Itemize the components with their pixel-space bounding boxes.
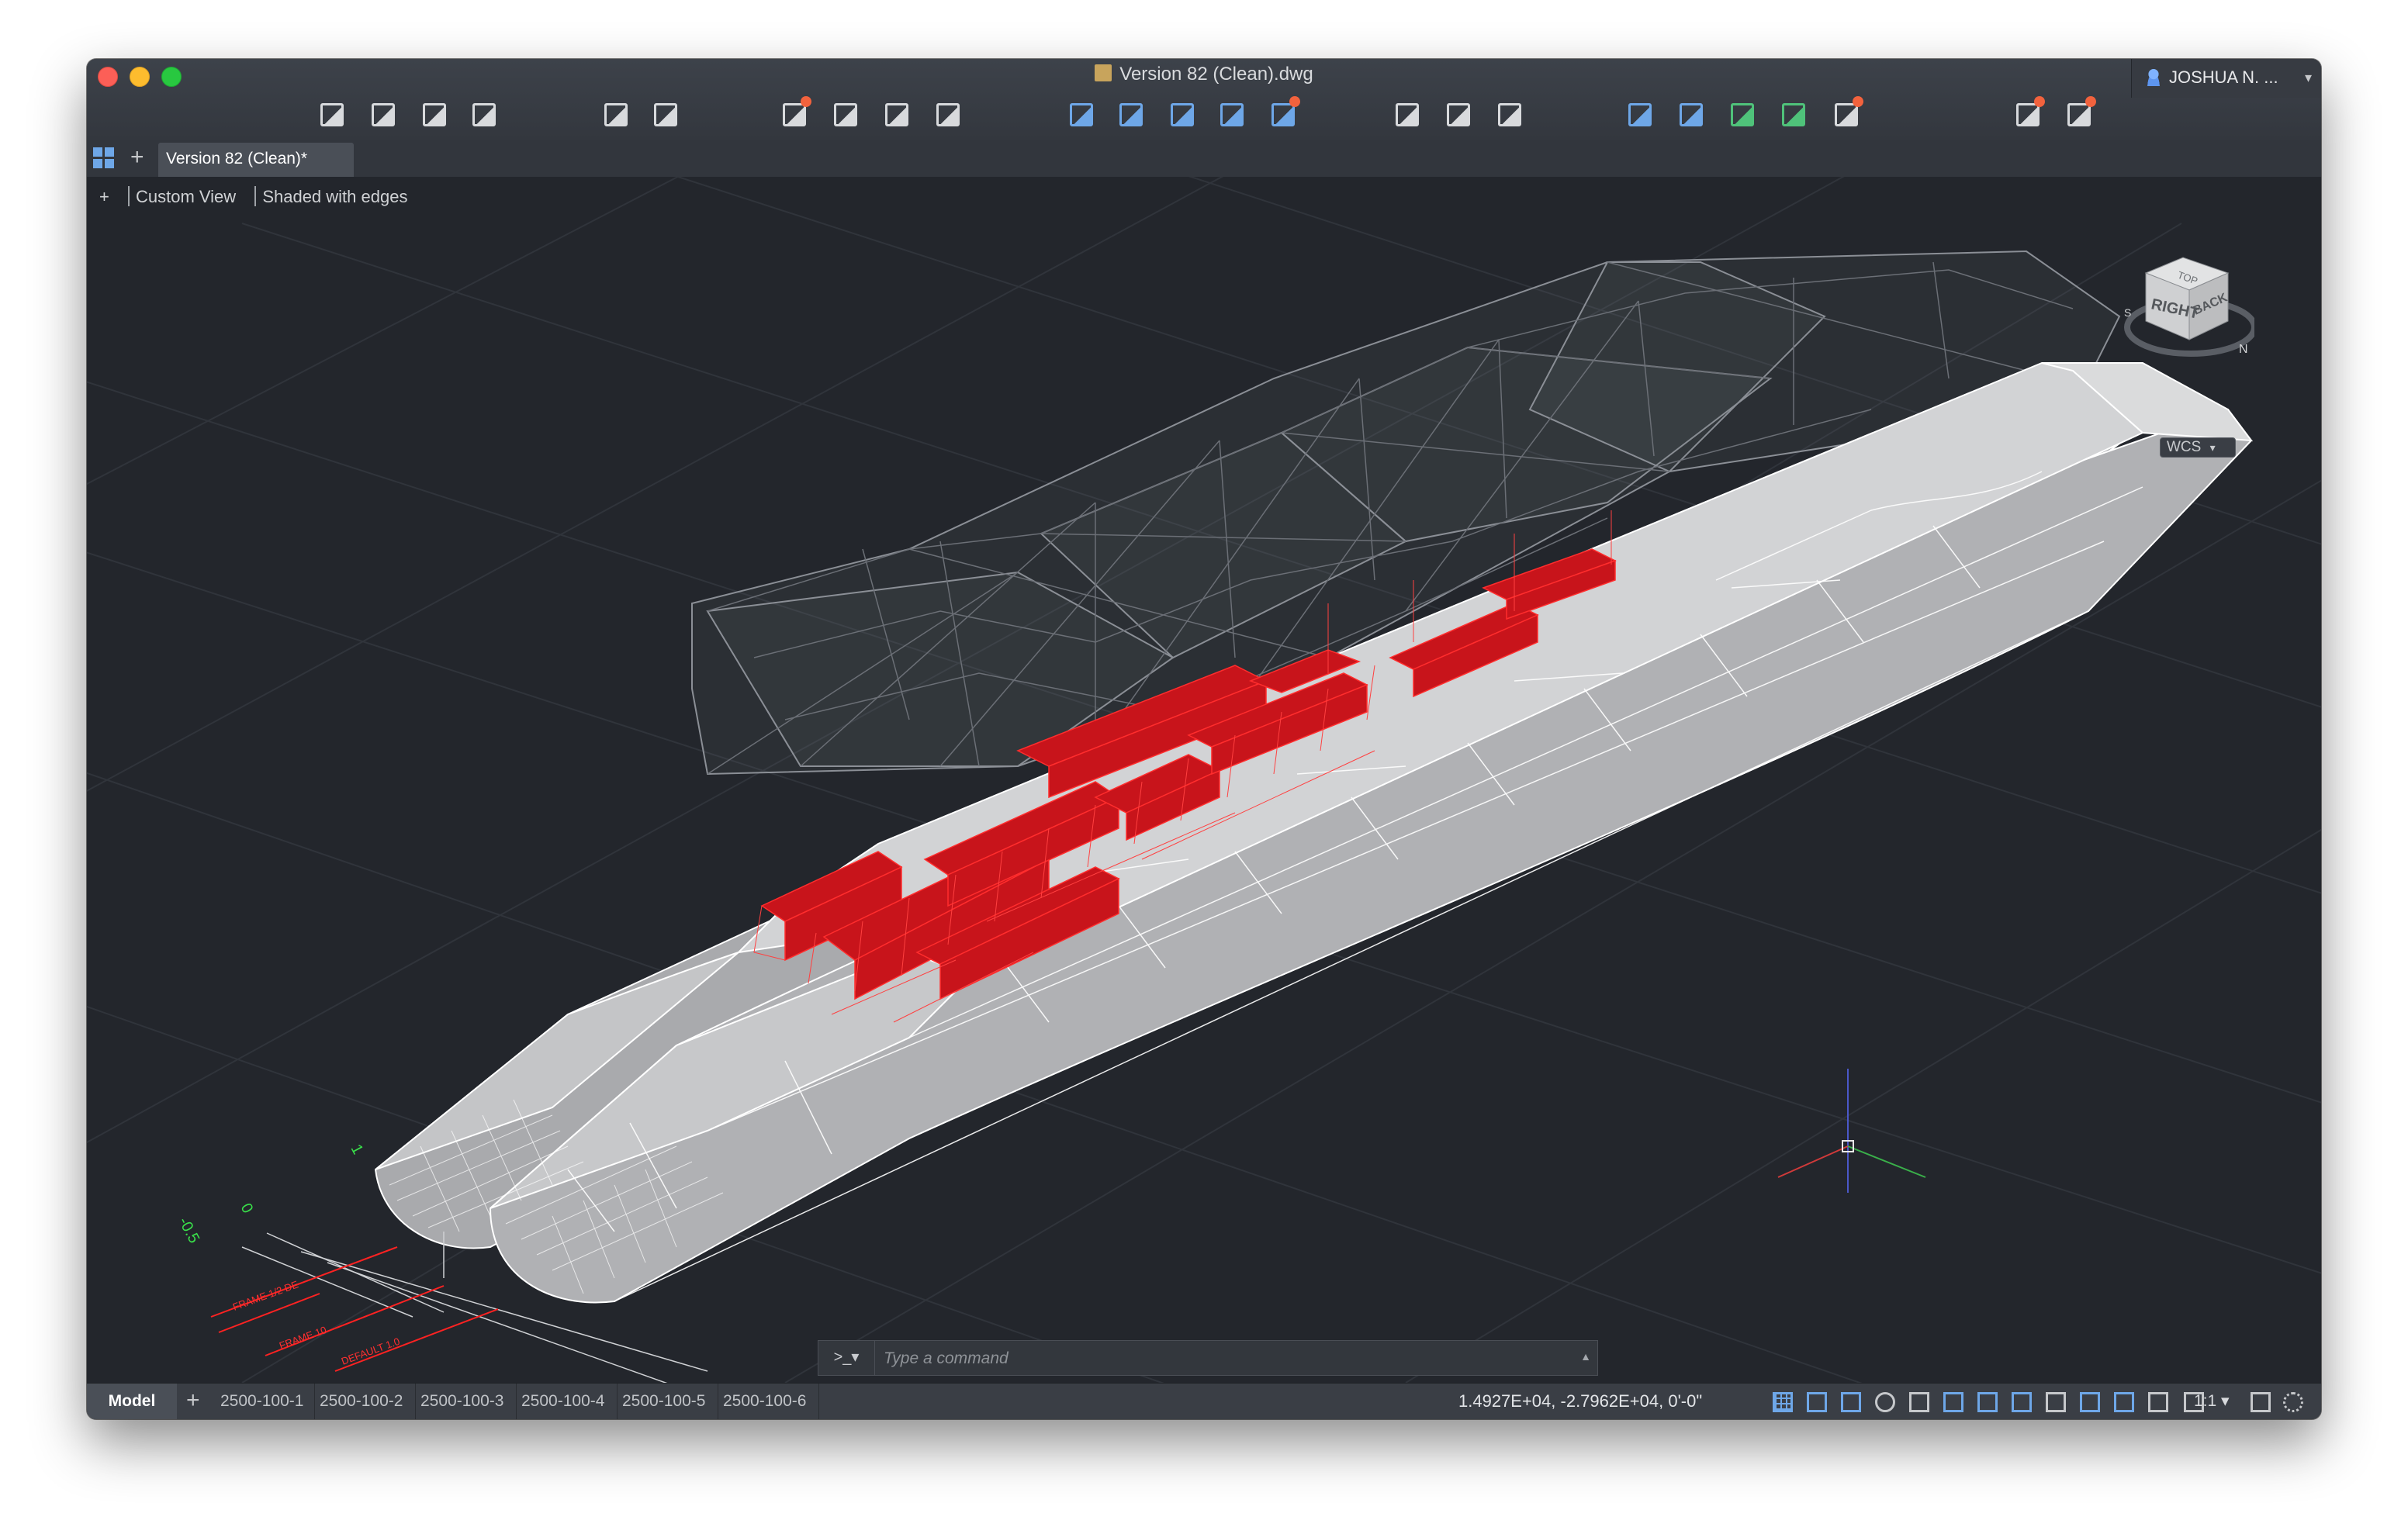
annotation-scale-selector[interactable]: 1:1 ▾ (2194, 1384, 2230, 1419)
page-setup-icon[interactable] (934, 101, 962, 129)
dimension-label: 1 (348, 1142, 367, 1157)
window-title-text: Version 82 (Clean).dwg (1119, 64, 1313, 85)
lineweight-icon[interactable] (1941, 1390, 1966, 1415)
title-bar: Version 82 (Clean).dwg JOSHUA N. ... ▾ (87, 59, 2321, 140)
layout-tab-1[interactable]: 2500-100-1 (216, 1384, 315, 1419)
dynamic-ucs-icon[interactable] (2043, 1390, 2068, 1415)
layers-icon[interactable] (1269, 96, 1300, 129)
new-tab-button[interactable]: + (130, 144, 144, 171)
layout-tab-3[interactable]: 2500-100-3 (416, 1384, 517, 1419)
purge-icon[interactable] (1832, 96, 1863, 129)
3d-osnap-icon[interactable] (2078, 1390, 2102, 1415)
layout-tab-4[interactable]: 2500-100-4 (517, 1384, 618, 1419)
xref-icon[interactable] (1168, 101, 1196, 129)
selection-cycling-icon[interactable] (2009, 1390, 2034, 1415)
chevron-down-icon: ▾ (2304, 70, 2312, 85)
visual-style[interactable]: Shaded with edges (262, 187, 407, 206)
document-tab-bar: + Version 82 (Clean)* (87, 140, 2321, 178)
expand-command-icon[interactable]: ▲ (1580, 1350, 1591, 1363)
new-file-icon[interactable] (318, 101, 346, 129)
group-icon[interactable] (1780, 101, 1808, 129)
attach-icon[interactable] (1218, 101, 1246, 129)
user-account-button[interactable]: JOSHUA N. ... ▾ (2131, 59, 2321, 98)
publish-icon[interactable] (1067, 101, 1095, 129)
red-label: FRAME 10 (278, 1324, 328, 1352)
chevron-down-icon: ▾ (2209, 441, 2216, 454)
viewport-controls[interactable]: + Custom View Shaded with edges (99, 186, 413, 207)
visual-style-icon[interactable] (2065, 96, 2096, 129)
app-window: Version 82 (Clean).dwg JOSHUA N. ... ▾ + … (87, 59, 2321, 1419)
dwg-file-icon (1095, 64, 1112, 81)
view-name[interactable]: Custom View (136, 187, 236, 206)
grid-icon[interactable] (1770, 1390, 1795, 1415)
undo-icon[interactable] (602, 101, 630, 129)
pan-hand-icon[interactable] (1444, 101, 1472, 129)
polar-icon[interactable] (1873, 1390, 1898, 1415)
osnap-icon[interactable] (1907, 1390, 1932, 1415)
insert-block-icon[interactable] (1728, 101, 1756, 129)
render-icon[interactable] (2014, 96, 2045, 129)
document-tab[interactable]: Version 82 (Clean)* (158, 143, 354, 177)
orbit-icon[interactable] (1496, 101, 1524, 129)
open-folder-icon[interactable] (369, 101, 397, 129)
transparency-icon[interactable] (1975, 1390, 2000, 1415)
model-tab[interactable]: Model (87, 1384, 177, 1419)
cursor-coordinates: 1.4927E+04, -2.7962E+04, 0'-0" (1458, 1391, 1703, 1411)
red-label: DEFAULT 1.0 (340, 1335, 401, 1367)
dimension-label: 0 (237, 1201, 257, 1216)
print-icon[interactable] (832, 101, 860, 129)
user-name: JOSHUA N. ... (2169, 67, 2278, 87)
start-tab-grid-icon[interactable] (93, 147, 115, 169)
wcs-label: WCS (2167, 439, 2202, 455)
compass-south: S (2124, 306, 2131, 319)
save-icon[interactable] (420, 101, 448, 129)
snap-icon[interactable] (1804, 1390, 1829, 1415)
command-input[interactable] (882, 1341, 1552, 1377)
viewcube[interactable]: TOP RIGHT BACK N S (2123, 240, 2254, 372)
plot-icon[interactable] (780, 96, 811, 129)
dimension-label: -0.5 (175, 1214, 203, 1246)
export-icon[interactable] (1117, 101, 1145, 129)
workspace-icon[interactable] (2248, 1390, 2273, 1415)
save-as-icon[interactable] (470, 101, 498, 129)
redo-icon[interactable] (652, 101, 680, 129)
compass-north: N (2239, 343, 2248, 356)
ortho-icon[interactable] (1839, 1390, 1863, 1415)
drawing-viewport[interactable]: FRAME 1/2 DE FRAME 10 DEFAULT 1.0 1 0 -0… (87, 177, 2321, 1383)
add-layout-button[interactable]: + (186, 1385, 200, 1416)
wcs-menu[interactable]: WCS ▾ (2160, 437, 2236, 458)
match-properties-icon[interactable] (1677, 101, 1705, 129)
properties-icon[interactable] (1626, 101, 1654, 129)
settings-gear-icon[interactable] (2281, 1390, 2306, 1415)
command-history-button[interactable]: >_▾ (818, 1341, 875, 1375)
window-title: Version 82 (Clean).dwg (87, 64, 2321, 85)
status-bar: Model + 2500-100-1 2500-100-2 2500-100-3 25… (87, 1383, 2321, 1419)
ucs-crosshair (1777, 1069, 1926, 1193)
auto-scale-icon[interactable] (2146, 1390, 2171, 1415)
model-canvas[interactable]: FRAME 1/2 DE FRAME 10 DEFAULT 1.0 1 0 -0… (87, 177, 2321, 1383)
user-avatar-icon (2146, 69, 2161, 86)
batch-plot-icon[interactable] (883, 101, 911, 129)
viewport-plus-menu[interactable]: + (99, 187, 109, 206)
zoom-window-icon[interactable] (1393, 101, 1421, 129)
command-line: >_▾ ▲ (818, 1340, 1598, 1377)
layout-tab-6[interactable]: 2500-100-6 (718, 1384, 819, 1419)
red-label: FRAME 1/2 DE (231, 1278, 300, 1313)
annotation-visibility-icon[interactable] (2112, 1390, 2136, 1415)
layout-tab-5[interactable]: 2500-100-5 (618, 1384, 718, 1419)
layout-tab-2[interactable]: 2500-100-2 (315, 1384, 416, 1419)
